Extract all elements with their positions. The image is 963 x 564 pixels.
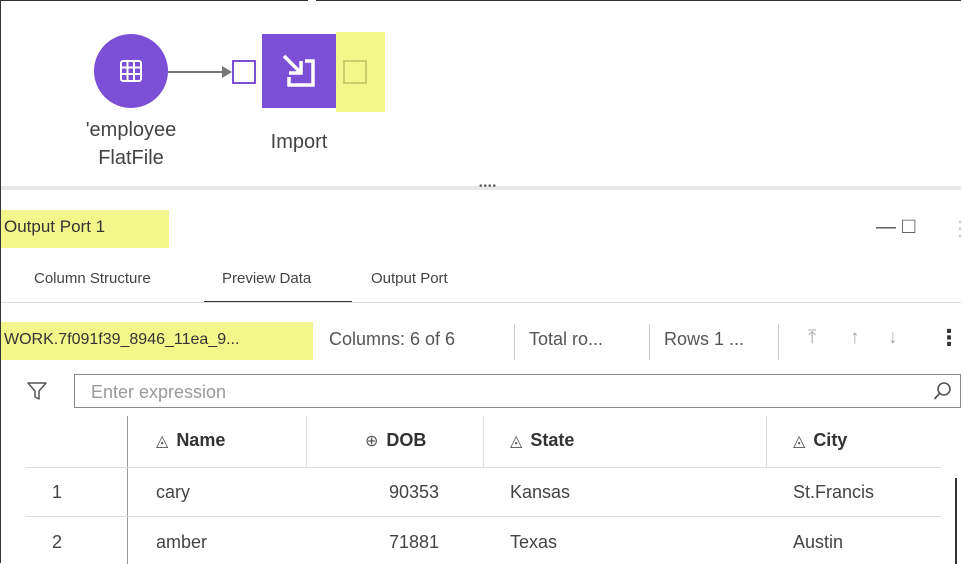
column-header-label: DOB — [386, 430, 427, 450]
row-divider — [26, 516, 941, 517]
tab-column-structure[interactable]: Column Structure — [34, 270, 151, 287]
total-rows: Total ro... — [529, 329, 604, 349]
import-label: Import — [270, 131, 328, 153]
table-cell-name[interactable]: amber — [156, 532, 207, 553]
filter-expression-box — [74, 374, 961, 408]
vertical-scrollbar[interactable] — [955, 478, 957, 564]
column-header-state[interactable]: ◬ State — [510, 430, 574, 451]
toolbar-separator — [649, 324, 650, 360]
employee-flatfile-node[interactable] — [94, 34, 168, 108]
minimize-icon[interactable]: — — [876, 216, 896, 239]
column-header-label: State — [530, 430, 575, 450]
import-icon — [282, 54, 315, 87]
filter-icon[interactable] — [26, 380, 48, 407]
tabs-divider — [1, 302, 961, 303]
table-cell-state[interactable]: Texas — [510, 532, 557, 553]
char-column-icon: ◬ — [156, 432, 169, 450]
source-label-line1: 'employee — [85, 119, 177, 141]
tab-preview-data[interactable]: Preview Data — [222, 270, 311, 287]
tab-output-port[interactable]: Output Port — [371, 270, 448, 287]
dataset-name: WORK.7f091f39_8946_11ea_9... — [4, 331, 240, 348]
row-number: 1 — [52, 482, 63, 502]
columns-count: Columns: 6 of 6 — [329, 329, 456, 349]
toolbar-more-icon[interactable]: ⋮ — [938, 325, 960, 351]
row-number-divider — [127, 416, 128, 564]
column-header-city[interactable]: ◬ City — [793, 430, 847, 451]
table-cell-name[interactable]: cary — [156, 482, 190, 503]
employee-flatfile-label: 'employee FlatFile — [66, 116, 196, 172]
table-cell-city[interactable]: Austin — [793, 532, 843, 553]
column-header-label: Name — [176, 430, 226, 450]
numeric-column-icon: ⊕ — [365, 432, 379, 450]
filter-expression-input[interactable] — [89, 379, 913, 405]
rows-range: Rows 1 ... — [664, 329, 745, 349]
column-header-label: City — [813, 430, 848, 450]
table-cell-dob[interactable]: 71881 — [389, 532, 439, 553]
import-input-port[interactable] — [232, 60, 256, 84]
maximize-icon[interactable]: □ — [902, 213, 915, 239]
search-icon[interactable] — [932, 380, 954, 407]
previous-page-icon[interactable]: ↑ — [850, 327, 860, 349]
char-column-icon: ◬ — [510, 432, 523, 450]
splitter-grip-icon[interactable]: •••• — [479, 181, 497, 192]
first-page-icon[interactable]: ⤒ — [808, 327, 816, 349]
header-divider — [26, 467, 941, 468]
import-node[interactable] — [262, 34, 336, 108]
table-cell-state[interactable]: Kansas — [510, 482, 570, 503]
table-cell-city[interactable]: St.Francis — [793, 482, 874, 503]
column-header-dob[interactable]: ⊕ DOB — [365, 430, 426, 451]
table-cell-dob[interactable]: 90353 — [389, 482, 439, 503]
panel-title: Output Port 1 — [4, 217, 106, 236]
table-icon — [120, 60, 142, 82]
import-output-port[interactable] — [343, 60, 367, 84]
row-number: 2 — [52, 532, 63, 552]
panel-more-icon[interactable]: ⋮ — [950, 216, 963, 241]
toolbar-separator — [514, 324, 515, 360]
toolbar-separator — [778, 324, 779, 360]
column-divider — [483, 416, 484, 468]
column-header-name[interactable]: ◬ Name — [156, 430, 225, 451]
data-table: ◬ Name ⊕ DOB ◬ State ◬ City 1 cary 90353… — [26, 416, 961, 564]
next-page-icon[interactable]: ↓ — [888, 327, 898, 349]
source-label-line2: FlatFile — [98, 147, 164, 169]
flow-connector — [168, 71, 228, 73]
column-divider — [306, 416, 307, 468]
arrow-icon — [222, 66, 232, 78]
tab-bar: Column Structure Preview Data Output Por… — [0, 262, 963, 303]
column-divider — [766, 416, 767, 468]
char-column-icon: ◬ — [793, 432, 806, 450]
